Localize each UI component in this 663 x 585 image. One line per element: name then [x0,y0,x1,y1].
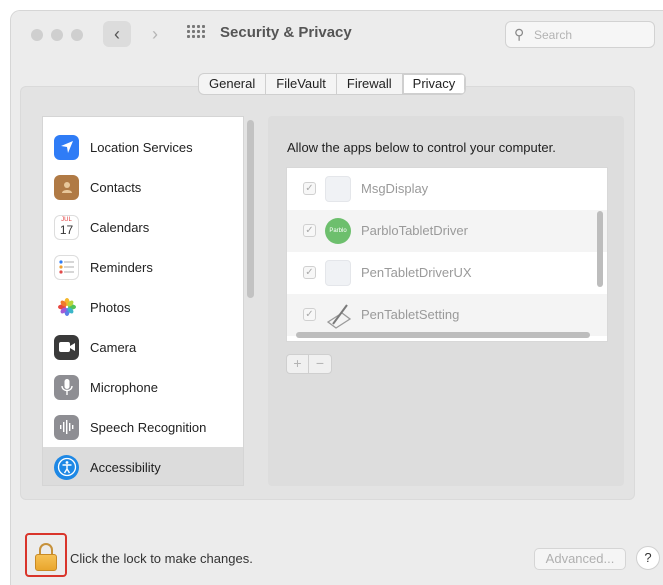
privacy-description: Allow the apps below to control your com… [287,140,556,155]
sidebar-item-speech-recognition[interactable]: Speech Recognition [43,407,243,447]
sidebar-item-label: Speech Recognition [90,419,207,435]
app-row-pentabletdriverux[interactable]: ✓ PenTabletDriverUX [287,252,607,294]
app-row-parblotabletdriver[interactable]: ✓ Parblo ParbloTabletDriver [287,210,607,252]
app-list-horizontal-scrollbar[interactable] [296,332,590,338]
app-name: ParbloTabletDriver [361,223,468,238]
tab-bar: General FileVault Firewall Privacy [198,73,467,95]
search-icon: ⚲ [514,26,525,42]
window-title: Security & Privacy [220,24,352,41]
sidebar-item-label: Camera [90,339,137,355]
add-remove-control: + − [286,354,332,374]
sidebar-item-label: Accessibility [90,459,161,475]
zoom-window-button[interactable] [71,29,83,41]
speech-waveform-icon [54,414,79,440]
lock-button[interactable] [25,533,67,577]
tab-firewall[interactable]: Firewall [337,74,403,94]
search-field[interactable]: ⚲ Search [505,21,655,48]
sidebar-item-photos[interactable]: Photos [43,287,243,327]
app-name: PenTabletDriverUX [361,265,472,280]
camera-icon [54,334,79,360]
search-placeholder: Search [534,28,573,42]
chevron-right-icon: › [152,23,158,44]
tab-general[interactable]: General [199,74,267,94]
app-checkbox[interactable]: ✓ [303,308,316,321]
lock-hint-text: Click the lock to make changes. [70,551,253,566]
app-placeholder-icon [325,260,351,286]
app-list: ✓ MsgDisplay ✓ Parblo ParbloTabletDriver… [286,167,608,342]
title-bar: ‹ › Security & Privacy ⚲ Search [11,11,663,57]
remove-app-button[interactable]: − [309,355,331,373]
app-list-vertical-scrollbar[interactable] [597,211,603,287]
close-window-button[interactable] [31,29,43,41]
sidebar-item-label: Photos [90,299,131,315]
help-button[interactable]: ? [636,546,660,570]
accessibility-icon [54,454,79,480]
sidebar-item-label: Location Services [90,139,193,155]
app-name: MsgDisplay [361,181,429,196]
sidebar-item-label: Calendars [90,219,150,235]
pen-tablet-icon [325,302,352,329]
sidebar-item-label: Contacts [90,179,142,195]
app-row-msgdisplay[interactable]: ✓ MsgDisplay [287,168,607,210]
app-checkbox[interactable]: ✓ [303,266,316,279]
tab-privacy[interactable]: Privacy [402,74,466,94]
chevron-left-icon: ‹ [114,23,120,44]
back-button[interactable]: ‹ [103,21,131,47]
sidebar-item-calendars[interactable]: JUL 17 Calendars [43,207,243,247]
photos-icon [54,294,79,320]
calendar-icon: JUL 17 [54,214,79,240]
location-arrow-icon [54,134,79,160]
sidebar-item-contacts[interactable]: Contacts [43,167,243,207]
microphone-icon [54,374,79,400]
sidebar-scrollbar[interactable] [247,120,254,298]
sidebar-item-camera[interactable]: Camera [43,327,243,367]
sidebar-item-location-services[interactable]: Location Services [43,127,243,167]
contacts-icon [54,174,79,200]
minimize-window-button[interactable] [51,29,63,41]
sidebar-item-accessibility[interactable]: Accessibility [43,447,243,485]
app-placeholder-icon [325,176,351,202]
sidebar-item-microphone[interactable]: Microphone [43,367,243,407]
privacy-category-list: Location Services Contacts JUL 17 Calend… [42,116,244,486]
sidebar-item-reminders[interactable]: Reminders [43,247,243,287]
add-app-button[interactable]: + [287,355,309,373]
parblo-icon: Parblo [325,218,351,244]
app-checkbox[interactable]: ✓ [303,224,316,237]
show-all-grid-icon[interactable] [187,25,207,43]
app-name: PenTabletSetting [361,307,460,322]
sidebar-item-label: Microphone [90,379,158,395]
sidebar-item-label: Reminders [90,259,153,275]
app-checkbox[interactable]: ✓ [303,182,316,195]
tab-filevault[interactable]: FileVault [266,74,337,94]
app-row-pentabletsetting[interactable]: ✓ PenTabletSetting [287,294,607,336]
reminders-icon [54,254,79,280]
forward-button[interactable]: › [141,21,169,47]
lock-body [35,554,57,571]
advanced-button[interactable]: Advanced... [534,548,626,570]
